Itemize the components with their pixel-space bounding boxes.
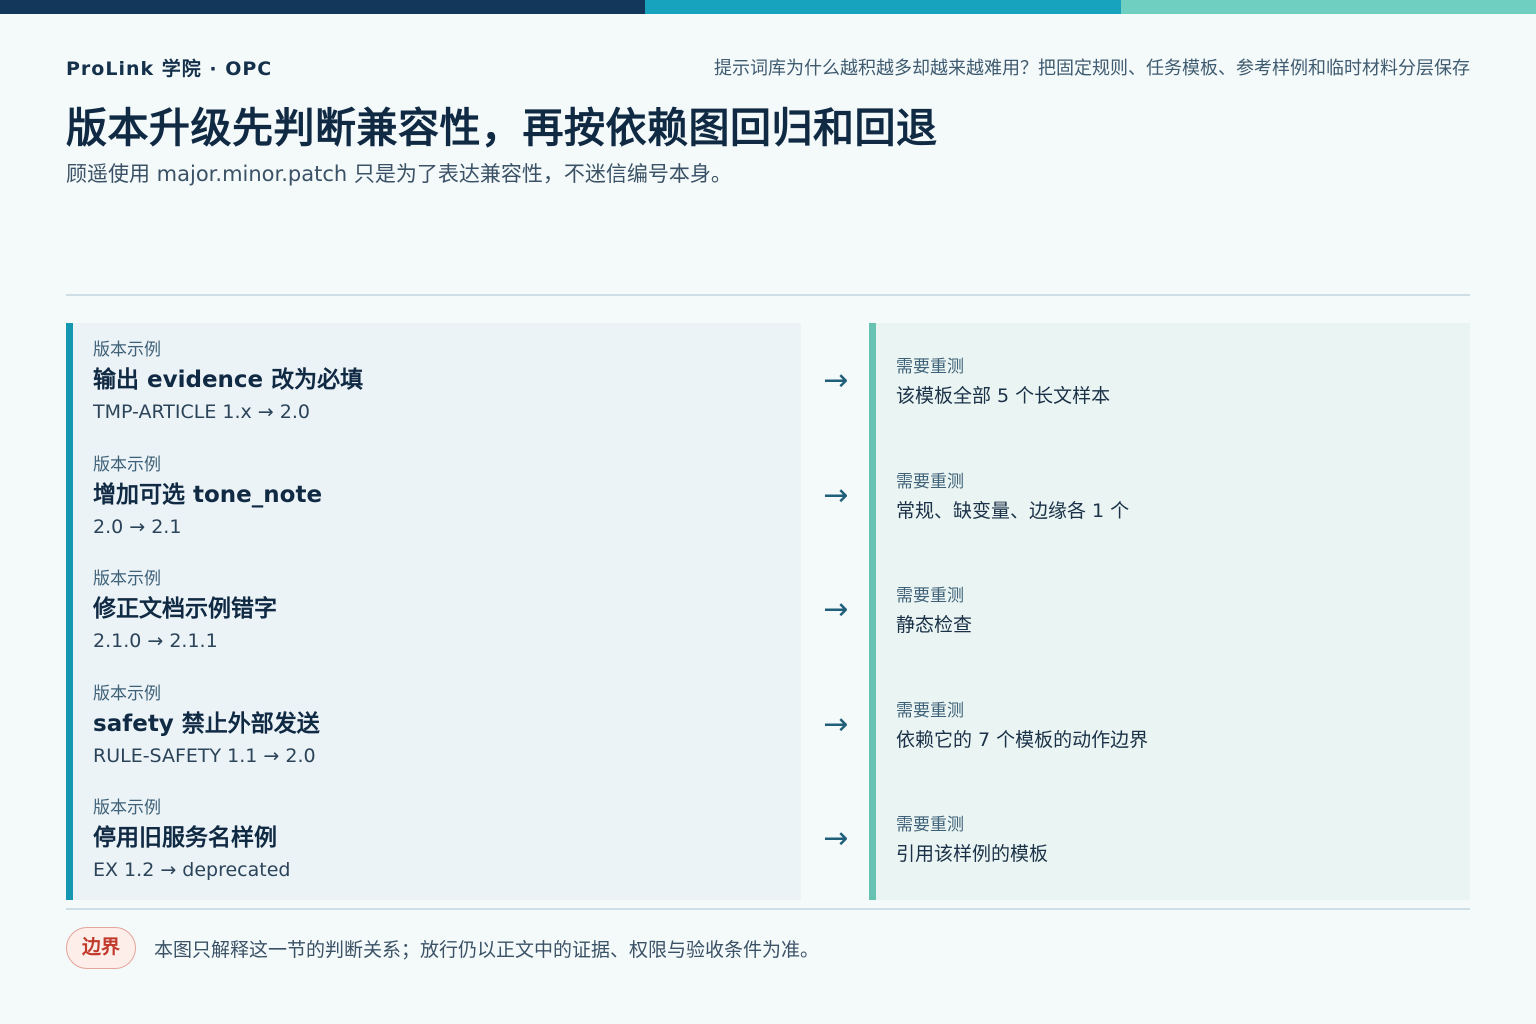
retest-tag: 需要重测 [896, 357, 964, 377]
brand-label: ProLink 学院 · OPC [66, 58, 273, 80]
example-change: safety 禁止外部发送 [93, 710, 320, 737]
top-accent-bar [0, 0, 1536, 14]
version-example-item: 版本示例 增加可选 tone_note 2.0 → 2.1 [73, 438, 801, 553]
retest-scope: 依赖它的 7 个模板的动作边界 [896, 728, 1149, 751]
version-example-item: 版本示例 safety 禁止外部发送 RULE-SAFETY 1.1 → 2.0 [73, 667, 801, 782]
example-version: EX 1.2 → deprecated [93, 859, 291, 882]
page-title: 版本升级先判断兼容性，再按依赖图回归和回退 [66, 104, 938, 152]
retest-scope: 静态检查 [896, 614, 973, 637]
accent-segment-mint [1121, 0, 1536, 14]
example-tag: 版本示例 [93, 569, 161, 590]
example-change: 停用旧服务名样例 [93, 825, 277, 852]
right-arrow-icon: → [823, 363, 849, 398]
boundary-note: 本图只解释这一节的判断关系；放行仍以正文中的证据、权限与验收条件为准。 [154, 939, 820, 961]
retest-item: 需要重测 依赖它的 7 个模板的动作边界 [876, 667, 1470, 782]
retest-scope: 常规、缺变量、边缘各 1 个 [896, 499, 1130, 522]
retest-scope: 引用该样例的模板 [896, 843, 1049, 866]
example-version: 2.1.0 → 2.1.1 [93, 630, 218, 653]
page-subtitle: 顾遥使用 major.minor.patch 只是为了表达兼容性，不迷信编号本身… [66, 162, 732, 186]
example-version: 2.0 → 2.1 [93, 515, 182, 538]
version-examples-panel: 版本示例 输出 evidence 改为必填 TMP-ARTICLE 1.x → … [66, 323, 801, 900]
topic-line: 提示词库为什么越积越多却越来越难用？把固定规则、任务模板、参考样例和临时材料分层… [714, 58, 1470, 79]
retest-scope: 该模板全部 5 个长文样本 [896, 385, 1111, 407]
version-example-item: 版本示例 停用旧服务名样例 EX 1.2 → deprecated [73, 781, 801, 896]
retest-panel: 需要重测 该模板全部 5 个长文样本 需要重测 常规、缺变量、边缘各 1 个 需… [869, 323, 1470, 900]
example-change: 修正文档示例错字 [93, 596, 277, 623]
example-change: 输出 evidence 改为必填 [93, 367, 364, 393]
retest-item: 需要重测 常规、缺变量、边缘各 1 个 [876, 438, 1470, 553]
bottom-divider [66, 908, 1470, 910]
version-example-item: 版本示例 输出 evidence 改为必填 TMP-ARTICLE 1.x → … [73, 323, 801, 438]
version-example-item: 版本示例 修正文档示例错字 2.1.0 → 2.1.1 [73, 552, 801, 667]
right-arrow-icon: → [823, 478, 849, 513]
example-tag: 版本示例 [93, 340, 161, 360]
example-tag: 版本示例 [93, 798, 161, 819]
top-divider [66, 294, 1470, 296]
accent-segment-teal [645, 0, 1121, 14]
example-version: TMP-ARTICLE 1.x → 2.0 [93, 401, 310, 423]
retest-item: 需要重测 该模板全部 5 个长文样本 [876, 323, 1470, 438]
accent-segment-navy [0, 0, 645, 14]
example-tag: 版本示例 [93, 683, 161, 704]
right-arrow-icon: → [823, 821, 849, 856]
retest-tag: 需要重测 [896, 586, 964, 607]
retest-tag: 需要重测 [896, 471, 964, 492]
retest-tag: 需要重测 [896, 815, 964, 836]
retest-item: 需要重测 静态检查 [876, 552, 1470, 667]
retest-tag: 需要重测 [896, 700, 964, 721]
retest-item: 需要重测 引用该样例的模板 [876, 781, 1470, 896]
right-arrow-icon: → [823, 592, 849, 627]
boundary-badge: 边界 [66, 927, 136, 969]
example-change: 增加可选 tone_note [93, 481, 323, 508]
right-arrow-icon: → [823, 707, 849, 742]
example-version: RULE-SAFETY 1.1 → 2.0 [93, 744, 316, 767]
example-tag: 版本示例 [93, 454, 161, 475]
